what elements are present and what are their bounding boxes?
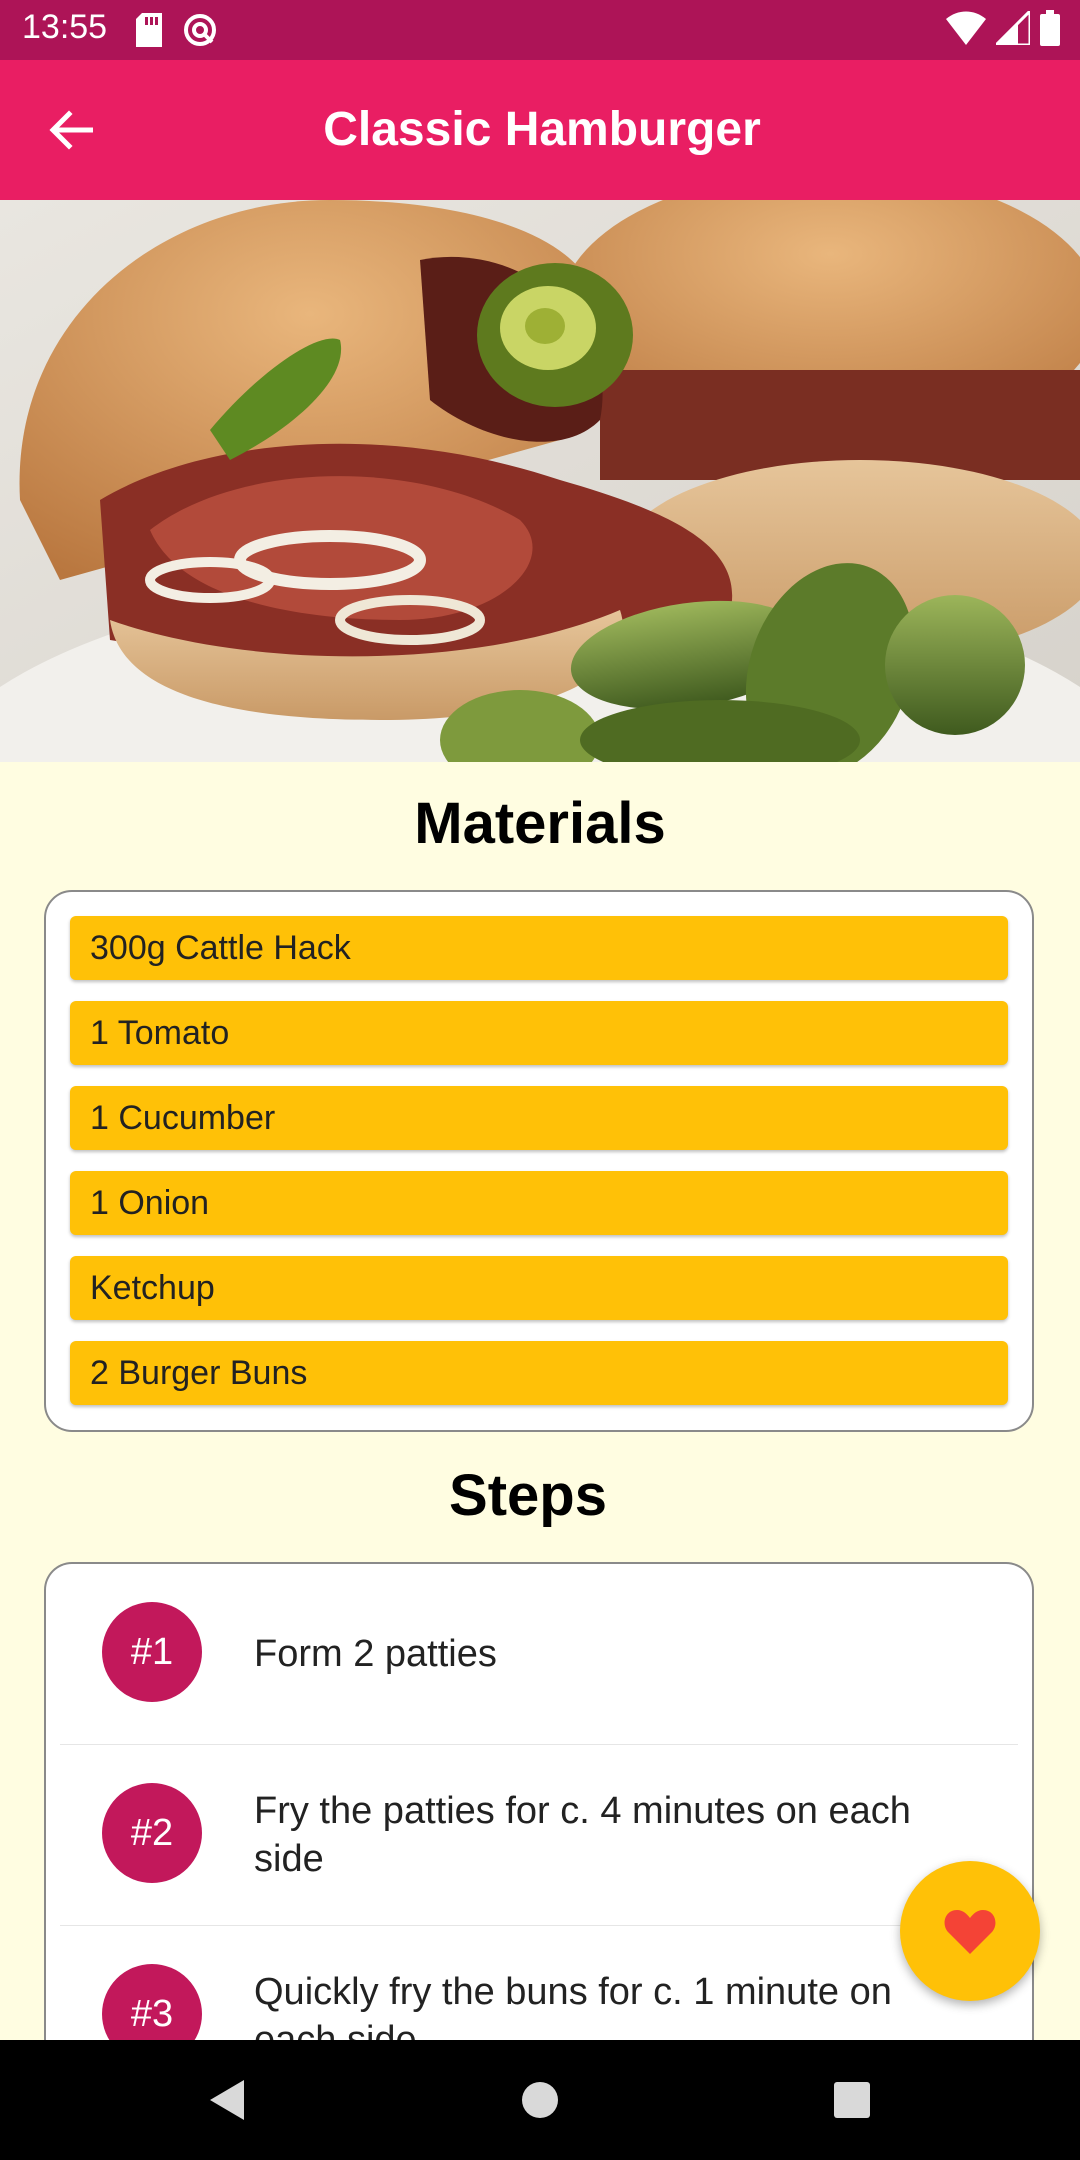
step-text: Fry the patties for c. 4 minutes on each… xyxy=(254,1790,911,1880)
system-nav-bar xyxy=(0,2040,1080,2160)
battery-icon xyxy=(1040,10,1060,51)
heart-icon xyxy=(944,1910,996,1954)
step-row: #1 Form 2 patties xyxy=(60,1564,1018,1745)
home-circle-icon xyxy=(522,2082,558,2118)
step-row: #2 Fry the patties for c. 4 minutes on e… xyxy=(60,1745,1018,1926)
nav-home-button[interactable] xyxy=(510,2070,570,2130)
status-bar: 13:55 xyxy=(0,0,1080,60)
favorite-fab[interactable] xyxy=(900,1861,1040,2001)
nav-back-button[interactable] xyxy=(196,2070,256,2130)
material-item: 300g Cattle Hack xyxy=(70,916,1008,980)
status-time: 13:55 xyxy=(22,8,108,46)
back-triangle-icon xyxy=(210,2080,244,2120)
signal-icon xyxy=(992,7,1032,50)
sd-card-icon xyxy=(136,13,162,52)
steps-title: Steps xyxy=(449,1463,607,1528)
page-title: Classic Hamburger xyxy=(323,103,761,156)
back-button[interactable] xyxy=(36,100,106,160)
wifi-icon xyxy=(946,11,986,50)
app-bar: Classic Hamburger xyxy=(0,60,1080,200)
material-item: Ketchup xyxy=(70,1256,1008,1320)
material-item: 1 Cucumber xyxy=(70,1086,1008,1150)
recents-square-icon xyxy=(834,2082,870,2118)
step-number-badge: #2 xyxy=(102,1783,202,1883)
arrow-back-icon xyxy=(49,110,93,150)
material-item: 1 Tomato xyxy=(70,1001,1008,1065)
hero-image xyxy=(0,200,1080,762)
steps-card: #1 Form 2 patties #2 Fry the patties for… xyxy=(44,1562,1034,2122)
materials-title: Materials xyxy=(414,791,666,856)
materials-card: 300g Cattle Hack 1 Tomato 1 Cucumber 1 O… xyxy=(44,890,1034,1432)
data-saver-icon xyxy=(182,12,218,53)
material-item: 2 Burger Buns xyxy=(70,1341,1008,1405)
step-text: Form 2 patties xyxy=(254,1633,497,1675)
nav-recents-button[interactable] xyxy=(822,2070,882,2130)
step-number-badge: #1 xyxy=(102,1602,202,1702)
material-item: 1 Onion xyxy=(70,1171,1008,1235)
